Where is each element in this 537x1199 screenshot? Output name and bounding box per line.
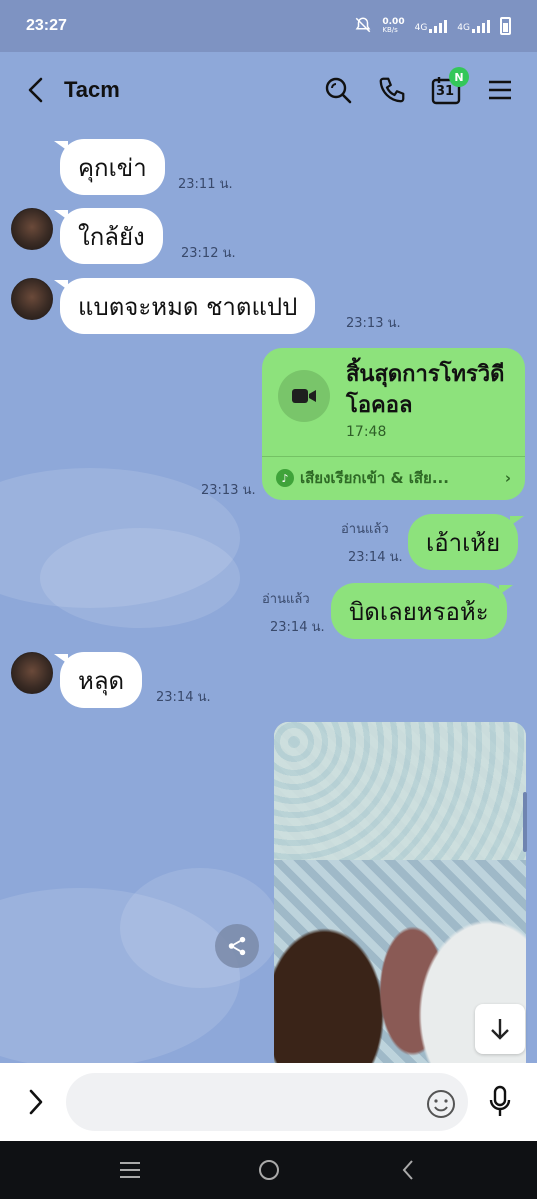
scrollbar[interactable] — [523, 792, 527, 852]
emoji-button[interactable] — [424, 1087, 458, 1121]
smiley-icon — [427, 1090, 455, 1118]
net-type-2: 4G — [457, 23, 470, 33]
read-receipt: อ่านแล้ว — [341, 522, 389, 537]
outgoing-message[interactable]: บิดเลยหรอห้ะ — [331, 583, 513, 639]
status-time: 23:27 — [26, 17, 67, 34]
outgoing-message[interactable]: เอ้าเห้ย — [408, 514, 525, 570]
net-speed: 0.00 KB/s — [382, 18, 404, 34]
video-call-card[interactable]: สิ้นสุดการโทรวิดีโอคอล 17:48 ♪ เสียงเรีย… — [262, 348, 525, 500]
call-duration: 17:48 — [346, 424, 387, 440]
status-bar: 23:27 0.00 KB/s 4G 4G — [0, 0, 537, 52]
hamburger-menu-icon — [489, 80, 511, 100]
image-content — [274, 722, 526, 860]
contact-name: Tacm — [64, 77, 120, 102]
menu-button[interactable] — [483, 73, 517, 107]
system-back-button[interactable] — [386, 1148, 430, 1192]
ringtone-link[interactable]: ♪ เสียงเรียกเข้า & เสีย... › — [276, 464, 511, 492]
share-icon — [228, 936, 246, 956]
chevron-right-icon — [29, 1089, 43, 1115]
call-title: สิ้นสุดการโทรวิดีโอคอล — [346, 362, 505, 418]
signal-1: 4G — [415, 19, 448, 33]
avatar[interactable] — [11, 278, 53, 320]
microphone-icon — [489, 1085, 511, 1116]
system-nav-bar — [0, 1141, 537, 1199]
net-type-1: 4G — [414, 23, 428, 33]
divider — [262, 456, 525, 457]
call-button[interactable] — [375, 73, 409, 107]
scroll-to-bottom-button[interactable] — [475, 1004, 525, 1054]
message-time: 23:14 น. — [348, 550, 403, 565]
recents-icon — [119, 1162, 140, 1178]
incoming-message[interactable]: หลุด — [53, 652, 143, 708]
signal-bars-icon — [429, 19, 448, 33]
message-time: 23:13 น. — [201, 483, 256, 498]
message-text: หลุด — [78, 666, 125, 695]
new-badge: N — [449, 67, 469, 87]
incoming-message[interactable]: คุกเข่า — [54, 139, 165, 195]
incoming-message[interactable]: ใกล้ยัง — [54, 208, 163, 264]
message-time: 23:13 น. — [346, 316, 401, 331]
message-time: 23:14 น. — [156, 690, 211, 705]
phone-icon — [379, 77, 405, 103]
chat-area[interactable]: คุกเข่า 23:11 น. ใกล้ยัง 23:12 น. แบตจะห… — [0, 128, 537, 1063]
recent-apps-button[interactable] — [108, 1148, 152, 1192]
home-circle-icon — [258, 1160, 279, 1180]
status-icons: 0.00 KB/s 4G 4G — [354, 16, 511, 37]
home-button[interactable] — [247, 1148, 291, 1192]
message-time: 23:14 น. — [270, 620, 325, 635]
avatar[interactable] — [11, 208, 53, 250]
message-time: 23:12 น. — [181, 246, 236, 261]
avatar[interactable] — [11, 652, 53, 694]
read-receipt: อ่านแล้ว — [262, 592, 310, 607]
ringtone-label: เสียงเรียกเข้า & เสีย... — [300, 469, 449, 487]
expand-menu-button[interactable] — [20, 1082, 52, 1122]
chevron-right-icon: › — [504, 469, 511, 487]
search-button[interactable] — [321, 73, 355, 107]
chat-header: Tacm 31 N — [0, 52, 537, 128]
message-input[interactable] — [66, 1073, 468, 1131]
message-text: คุกเข่า — [78, 153, 147, 182]
signal-2: 4G — [457, 19, 490, 33]
net-speed-unit: KB/s — [382, 26, 398, 34]
arrow-down-icon — [491, 1019, 509, 1040]
music-note-icon: ♪ — [276, 469, 294, 487]
back-arrow-icon — [402, 1160, 413, 1180]
chevron-left-icon — [28, 77, 43, 103]
calendar-day: 31 — [436, 84, 455, 99]
incoming-message[interactable]: แบตจะหมด ชาตแปป — [53, 278, 316, 334]
share-button[interactable] — [215, 924, 259, 968]
mute-icon — [354, 16, 372, 37]
message-text: เอ้าเห้ย — [426, 528, 501, 557]
voice-message-button[interactable] — [483, 1082, 517, 1122]
message-text: แบตจะหมด ชาตแปป — [78, 292, 298, 321]
message-text: บิดเลยหรอห้ะ — [349, 597, 489, 626]
message-time: 23:11 น. — [178, 177, 233, 192]
signal-bars-icon — [472, 19, 490, 33]
search-icon — [325, 77, 352, 104]
header-actions: 31 N — [321, 67, 517, 107]
message-text: ใกล้ยัง — [78, 222, 145, 251]
back-button[interactable] — [20, 74, 52, 106]
video-camera-icon — [278, 370, 330, 422]
calendar-button[interactable]: 31 N — [429, 67, 469, 107]
battery-icon — [500, 17, 511, 35]
